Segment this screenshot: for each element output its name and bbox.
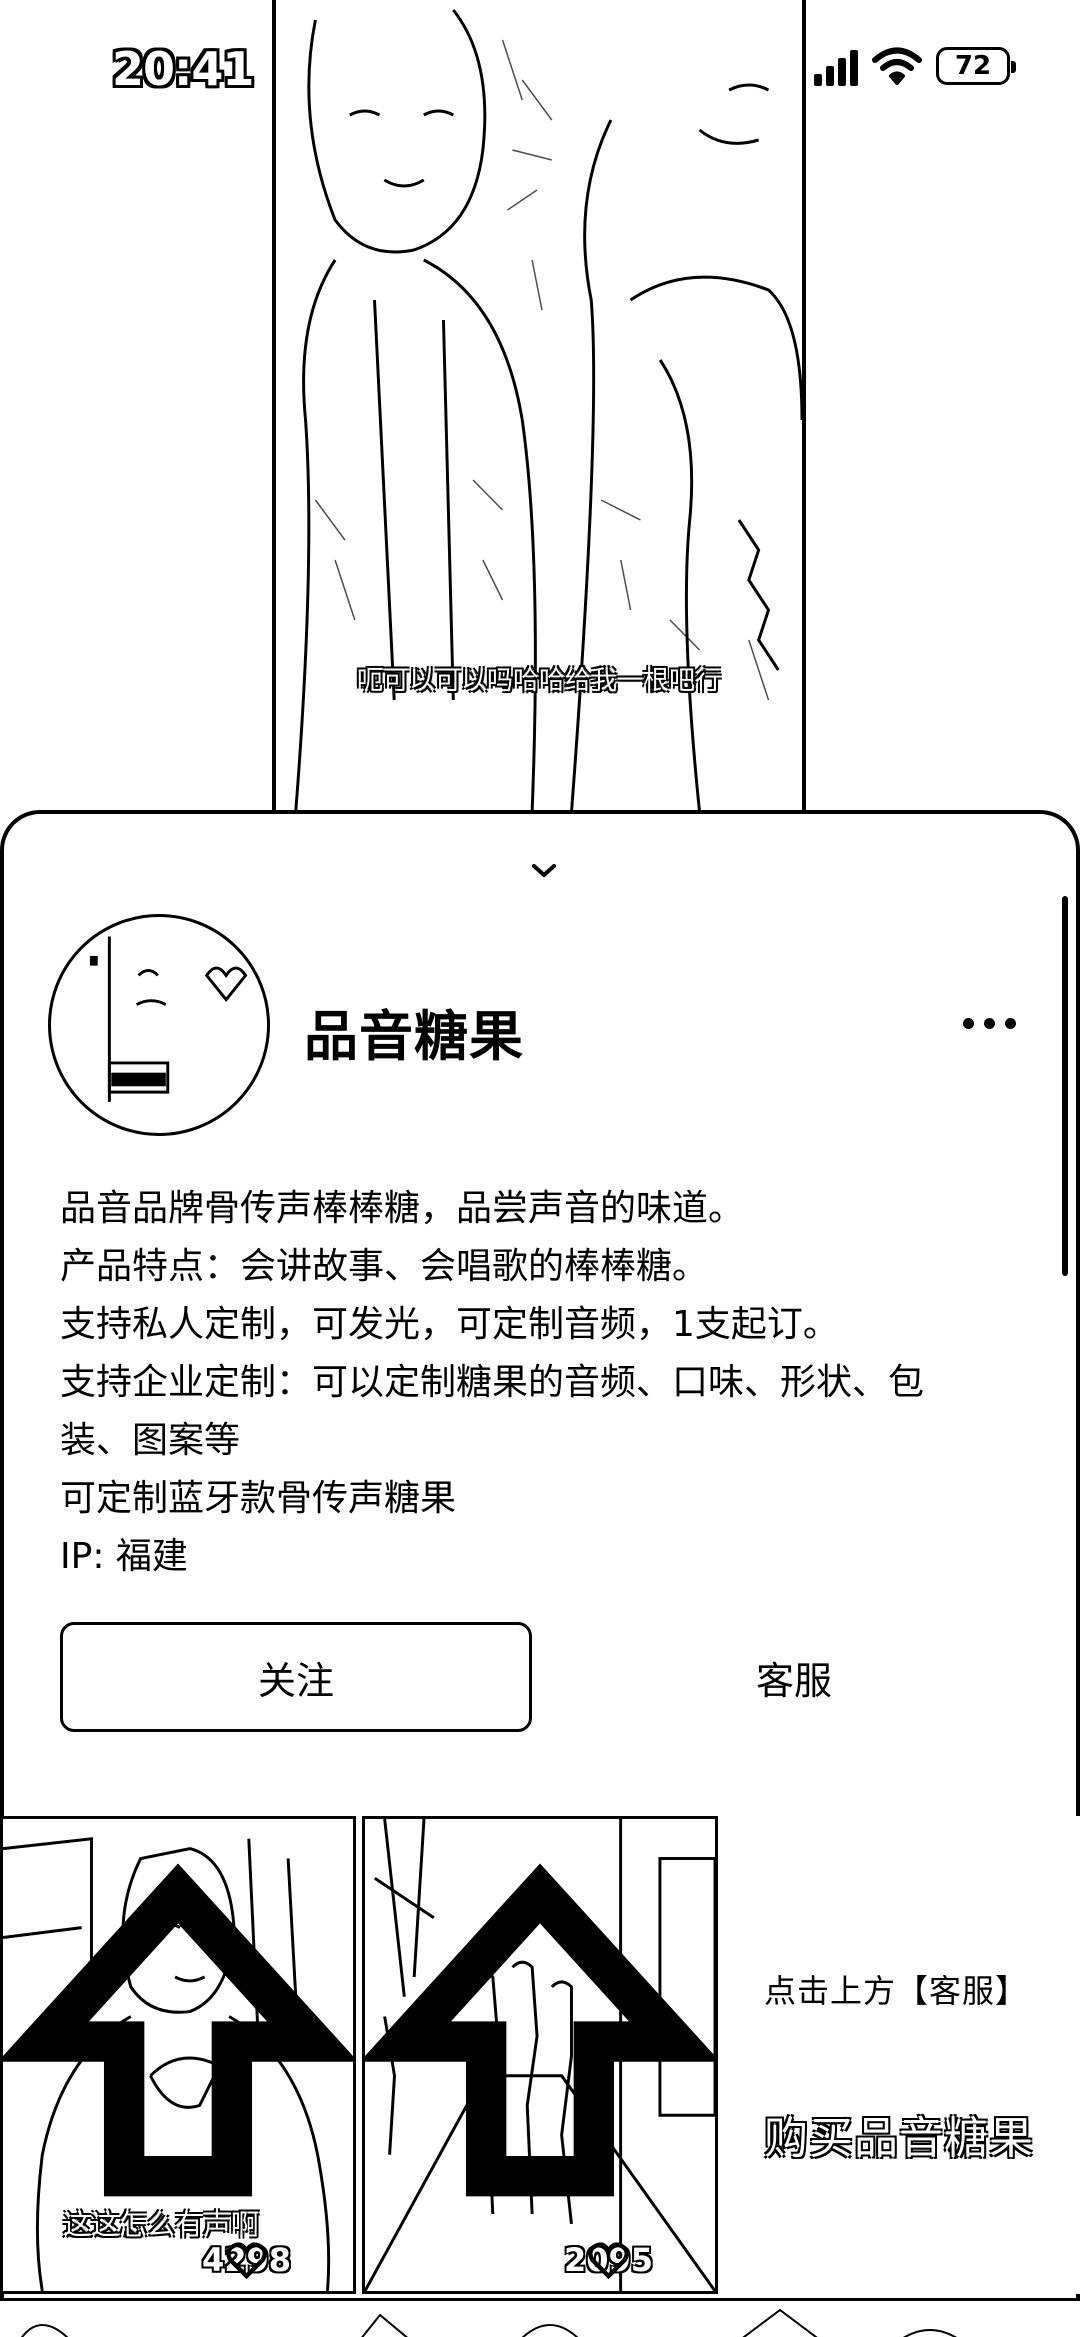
avatar-image bbox=[89, 936, 248, 1102]
follow-button[interactable]: 关注 bbox=[60, 1622, 532, 1732]
bio-line: 支持企业定制：可以定制糖果的音频、口味、形状、包 bbox=[60, 1362, 925, 1403]
profile-bio: 品音品牌骨传声棒棒糖，品尝声音的味道。 产品特点：会讲故事、会唱歌的棒棒糖。 支… bbox=[60, 1180, 1020, 1586]
pin-icon bbox=[3, 1863, 353, 2197]
battery-icon: 72 bbox=[936, 47, 1016, 85]
promo-title: 购买品音糖果 bbox=[764, 2113, 1034, 2164]
bio-line: 支持私人定制，可发光，可定制音频，1支起订。 bbox=[60, 1304, 839, 1345]
chevron-down-icon[interactable] bbox=[526, 858, 562, 882]
next-row-thumbnails[interactable] bbox=[0, 2298, 1080, 2337]
video-thumbnail[interactable]: 点击上方【客服】 购买品音糖果 bbox=[724, 1816, 1080, 2294]
wifi-icon bbox=[872, 47, 922, 85]
bio-line: 装、图案等 bbox=[60, 1420, 241, 1461]
bio-line: 产品特点：会讲故事、会唱歌的棒棒糖。 bbox=[60, 1246, 709, 1287]
customer-service-button[interactable]: 客服 bbox=[604, 1622, 984, 1732]
avatar[interactable] bbox=[48, 914, 270, 1136]
thumbnail-image bbox=[21, 2308, 957, 2337]
pin-icon bbox=[365, 1863, 715, 2197]
video-player[interactable]: 呃可以可以吗哈哈给我一根吧行 bbox=[0, 0, 1080, 812]
video-thumbnail[interactable]: 2095 bbox=[362, 1816, 718, 2294]
more-options-button[interactable] bbox=[963, 1018, 1016, 1029]
status-icons: 72 bbox=[814, 46, 1016, 86]
more-dot-icon bbox=[963, 1018, 974, 1029]
more-dot-icon bbox=[1005, 1018, 1016, 1029]
status-time: 20:41 bbox=[112, 42, 254, 96]
video-thumbnail[interactable]: 这这怎么有声啊 4298 bbox=[0, 1816, 356, 2294]
cellular-signal-icon bbox=[814, 46, 858, 86]
bio-line: 可定制蓝牙款骨传声糖果 bbox=[60, 1478, 457, 1519]
scrollbar[interactable] bbox=[1062, 896, 1068, 1276]
profile-name: 品音糖果 bbox=[304, 1005, 524, 1068]
video-subtitle: 呃可以可以吗哈哈给我一根吧行 bbox=[356, 666, 721, 696]
promo-text: 点击上方【客服】 bbox=[764, 1972, 1029, 2010]
battery-level: 72 bbox=[954, 51, 992, 81]
bio-location: IP: 福建 bbox=[60, 1536, 188, 1577]
more-dot-icon bbox=[984, 1018, 995, 1029]
bio-line: 品音品牌骨传声棒棒糖，品尝声音的味道。 bbox=[60, 1188, 745, 1229]
video-frame[interactable]: 呃可以可以吗哈哈给我一根吧行 bbox=[272, 0, 806, 812]
